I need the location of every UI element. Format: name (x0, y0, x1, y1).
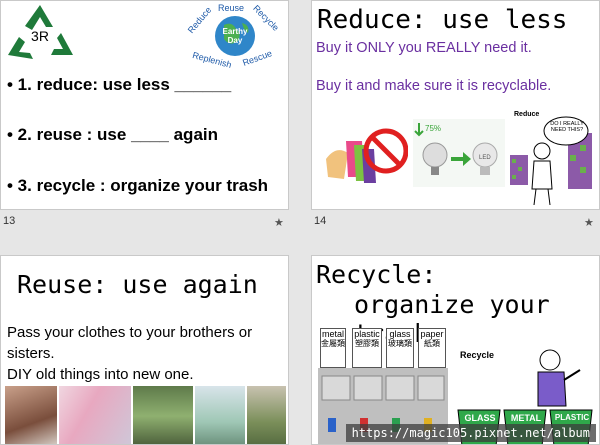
photo-clothes (59, 386, 131, 444)
reduce-cartoon: Reduce DO I REALLY NEED THIS? (508, 109, 598, 207)
no-shopping-illustration (318, 119, 408, 187)
text-line-2: Buy it and make sure it is recyclable. (316, 78, 552, 94)
bulb-percent: 75% (425, 124, 441, 133)
item-recycle: • 3. recycle : organize your trash (7, 176, 269, 195)
slide-number-13: 13 (3, 215, 16, 227)
recycle-icon: 3R (8, 5, 73, 59)
photo-boat (195, 386, 245, 444)
slide-title: Reuse: use again (17, 270, 258, 299)
slide-14[interactable]: Reduce: use less Buy it ONLY you REALLY … (311, 0, 600, 210)
bin-label-paper: paper 紙類 (418, 328, 446, 368)
slide-16[interactable]: Recycle: organize your trash metal金屬類 pl… (311, 255, 600, 445)
bin-label-plastic: plastic 塑膠類 (352, 328, 382, 368)
reuse-photo-strip (5, 386, 286, 444)
photo-child (5, 386, 57, 444)
can-label-glass: GLASS (464, 413, 496, 423)
slide-body: Pass your clothes to your brothers or si… (7, 322, 277, 385)
cartoon-label: Reduce (514, 111, 540, 118)
bulb-comparison: 75% LED (413, 119, 505, 187)
cartoon-label: Recycle (460, 350, 495, 360)
star-icon[interactable]: ★ (584, 216, 594, 229)
watermark: https://magic105.pixnet.net/album (345, 424, 596, 442)
slide-13[interactable]: 3R Reduce Reuse Recycle Replenish Rescue… (0, 0, 289, 210)
body-line-2: DIY old things into new one. (7, 366, 194, 383)
photo-wall-planters (133, 386, 193, 444)
photo-planter (247, 386, 286, 444)
slide-number-14: 14 (314, 215, 327, 227)
item-reuse: • 2. reuse : use ____ again (7, 125, 219, 144)
can-label-metal: METAL (510, 413, 542, 423)
badge-word-2: Reuse (218, 3, 245, 13)
star-icon[interactable]: ★ (274, 216, 284, 229)
recycle-label: 3R (31, 28, 49, 44)
speech-bubble: DO I REALLY NEED THIS? (550, 121, 584, 133)
slide-title: Reduce: use less (317, 5, 568, 35)
text-line-1: Buy it ONLY you REALLY need it. (316, 40, 532, 56)
bin-label-metal: metal 金屬類 (320, 328, 346, 368)
badge-center: Earthy Day (222, 27, 248, 45)
bin-label-glass: glass 玻璃類 (386, 328, 414, 368)
bulb-label: LED (479, 155, 491, 161)
slide-15[interactable]: Reuse: use again Pass your clothes to yo… (0, 255, 289, 445)
slide-title-line-1: Recycle: (316, 260, 437, 289)
body-line-1: Pass your clothes to your brothers or si… (7, 324, 253, 362)
earth-day-badge: Reduce Reuse Recycle Replenish Rescue Ea… (184, 3, 286, 70)
item-reduce: • 1. reduce: use less ______ (7, 75, 232, 94)
can-label-plastic: PLASTIC (554, 413, 590, 422)
